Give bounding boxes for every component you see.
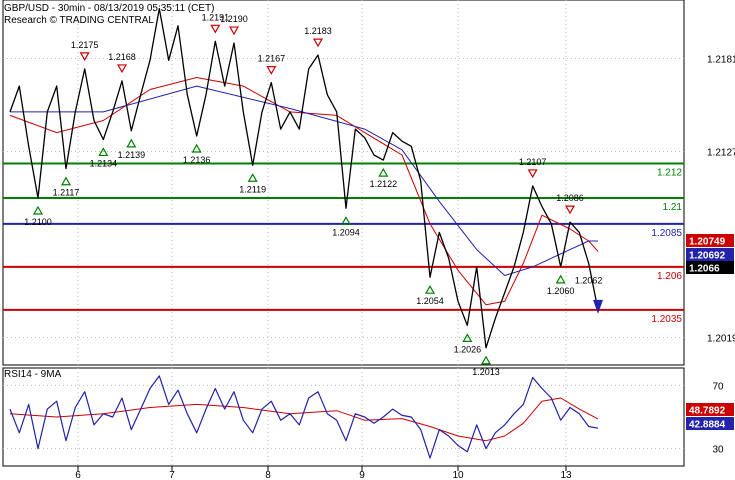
up-marker [378, 167, 389, 177]
annotation-low-label: 1.2026 [454, 344, 482, 354]
annotation-low-label: 1.2139 [118, 150, 146, 160]
chart-header-line2: Research © TRADING CENTRAL [4, 15, 154, 26]
level-label: 1.2085 [651, 228, 682, 239]
x-tick-label: 9 [359, 470, 365, 480]
annotation-low-label: 1.2136 [183, 155, 211, 165]
annotation-low-label: 1.2094 [332, 227, 360, 237]
annotation-low-label: 1.2117 [53, 188, 80, 198]
rsi-badge-label: 42.8884 [689, 420, 726, 431]
up-marker [247, 173, 258, 182]
level-label: 1.212 [657, 168, 682, 179]
rsi-y-tick-label: 30 [712, 445, 724, 456]
ma-slow-line [10, 85, 598, 276]
x-tick-label: 13 [560, 470, 572, 480]
y-tick-label: 1.2181 [707, 55, 735, 66]
annotation-low-label: 1.2054 [416, 296, 444, 306]
level-label: 1.2035 [651, 314, 682, 325]
x-tick-label: 6 [75, 470, 81, 480]
x-tick-label: 8 [265, 470, 271, 480]
series-group [9, 7, 603, 459]
down-marker [228, 26, 240, 36]
up-marker [126, 138, 137, 148]
annotation-low-label: 1.2119 [239, 184, 266, 194]
annotation-high-label: 1.2190 [220, 14, 248, 24]
up-marker [32, 205, 44, 215]
price-badge-label: 1.2066 [689, 264, 720, 275]
annotation-low-label: 1.2122 [370, 179, 398, 189]
price-badge-label: 1.20749 [689, 237, 726, 248]
up-marker [424, 284, 436, 294]
annotation-high-label: 1.2183 [304, 26, 332, 36]
y-tick-label: 1.2019 [707, 333, 735, 344]
down-marker [564, 205, 576, 215]
down-marker [116, 64, 128, 74]
price-line [9, 7, 599, 349]
down-marker [266, 66, 277, 75]
up-marker [480, 355, 492, 365]
down-marker [312, 38, 324, 48]
price-badge-label: 1.20692 [689, 251, 726, 262]
up-marker [60, 176, 72, 186]
up-marker [555, 274, 566, 284]
rsi-badge-label: 48.7892 [689, 406, 726, 417]
x-tick-label: 10 [452, 470, 464, 480]
annotation-label: 1.2062 [575, 275, 603, 285]
level-label: 1.21 [663, 202, 683, 213]
price-badges: 1.20749 1.20692 1.2066 48.7892 42.8884 [686, 234, 734, 431]
annotation-high-label: 1.2107 [519, 157, 547, 167]
annotation-high-label: 1.2168 [108, 52, 136, 62]
projection-arrow [593, 299, 603, 314]
annotation-low-label: 1.2100 [24, 217, 52, 227]
rsi-panel-title: RSI14 - 9MA [4, 369, 62, 380]
annotation-low-label: 1.2060 [547, 286, 575, 296]
annotation-high-label: 1.2086 [556, 193, 584, 203]
level-label: 1.206 [657, 271, 682, 282]
annotation-high-label: 1.2167 [258, 54, 286, 64]
rsi-line [9, 375, 599, 459]
annotation-low-label: 1.2134 [90, 158, 118, 168]
down-marker [527, 169, 538, 179]
chart-header-line1: GBP/USD - 30min - 08/13/2019 05:35:11 (C… [4, 3, 214, 14]
annotation-high-label: 1.2175 [71, 40, 99, 50]
y-tick-label: 1.2127 [707, 148, 735, 159]
x-tick-label: 7 [169, 470, 175, 480]
rsi-y-tick-label: 70 [712, 381, 724, 392]
down-marker [210, 24, 221, 34]
annotation-low-label: 1.2013 [472, 367, 500, 377]
annotations: 1.2100 1.2117 1.2175 1.2134 1.2168 1.2139 1.21… [24, 12, 602, 376]
chart-container: 1.212 1.21 1.2085 1.206 1.2035 1.2100 1.2117 1… [0, 0, 735, 480]
chart-svg: 1.2121.211.20851.2061.2035 1.21001.21171… [2, 0, 735, 480]
up-marker [191, 143, 202, 153]
